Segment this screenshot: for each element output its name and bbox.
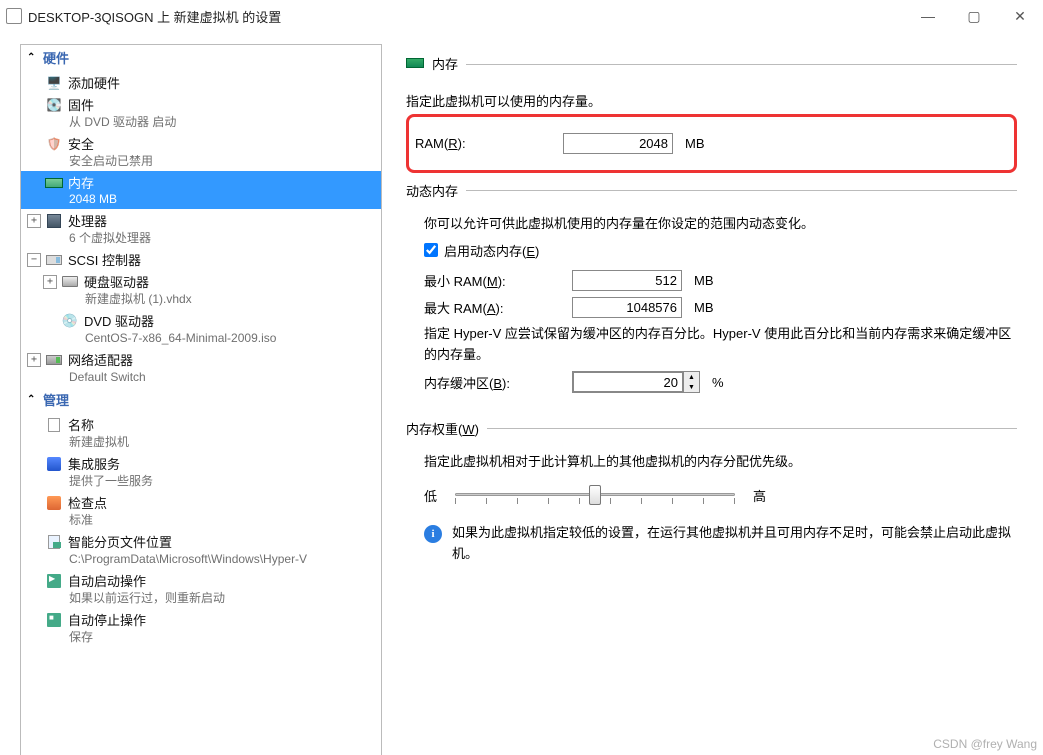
buffer-label: 内存缓冲区(B): (424, 373, 564, 392)
memory-sub: 2048 MB (21, 192, 381, 209)
network-node[interactable]: +网络适配器 (21, 348, 381, 370)
autostop-node[interactable]: 自动停止操作 (21, 608, 381, 630)
firmware-node[interactable]: 固件 (21, 93, 381, 115)
paging-node[interactable]: 智能分页文件位置 (21, 530, 381, 552)
name-sub: 新建虚拟机 (21, 435, 381, 452)
network-icon (44, 351, 64, 369)
hardware-header[interactable]: ⌃硬件 (21, 45, 381, 71)
collapse-icon: ⌃ (27, 394, 39, 405)
paging-icon (44, 533, 64, 551)
expand-icon[interactable]: + (27, 353, 41, 367)
paging-sub: C:\ProgramData\Microsoft\Windows\Hyper-V (21, 552, 381, 569)
firmware-sub: 从 DVD 驱动器 启动 (21, 115, 381, 132)
weight-title: 内存权重(W) (406, 419, 479, 438)
maximize-button[interactable]: ▢ (951, 0, 997, 32)
checkpoint-sub: 标准 (21, 513, 381, 530)
services-sub: 提供了一些服务 (21, 474, 381, 491)
dvd-node[interactable]: DVD 驱动器 (21, 309, 381, 331)
firmware-icon (44, 96, 64, 114)
slider-thumb[interactable] (589, 485, 601, 505)
dynamic-memory-desc: 你可以允许可供此虚拟机使用的内存量在你设定的范围内动态变化。 (424, 214, 1017, 235)
memory-node[interactable]: 内存 (21, 171, 381, 193)
slider-high-label: 高 (753, 486, 766, 505)
min-ram-label: 最小 RAM(M): (424, 271, 564, 290)
stop-icon (44, 611, 64, 629)
minimize-button[interactable]: — (905, 0, 951, 32)
hdd-node[interactable]: +硬盘驱动器 (21, 270, 381, 292)
scsi-icon (44, 251, 64, 269)
hdd-sub: 新建虚拟机 (1).vhdx (21, 292, 381, 309)
autostart-sub: 如果以前运行过，则重新启动 (21, 591, 381, 608)
spin-up-icon[interactable]: ▲ (684, 372, 699, 382)
ram-unit: MB (685, 136, 705, 151)
network-sub: Default Switch (21, 370, 381, 387)
cpu-node[interactable]: +处理器 (21, 209, 381, 231)
highlight-box: RAM(R): MB (406, 114, 1017, 173)
name-node[interactable]: 名称 (21, 413, 381, 435)
slider-low-label: 低 (424, 486, 437, 505)
services-icon (44, 455, 64, 473)
buffer-input[interactable] (573, 372, 683, 392)
enable-dynamic-label: 启用动态内存(E) (444, 241, 539, 260)
pane-title: 内存 (432, 54, 458, 73)
memory-desc: 指定此虚拟机可以使用的内存量。 (406, 91, 1017, 110)
buffer-spinner[interactable]: ▲▼ (572, 371, 700, 393)
checkpoint-node[interactable]: 检查点 (21, 491, 381, 513)
services-node[interactable]: 集成服务 (21, 452, 381, 474)
add-hardware-icon (44, 74, 64, 92)
collapse-icon: ⌃ (27, 52, 39, 63)
weight-desc: 指定此虚拟机相对于此计算机上的其他虚拟机的内存分配优先级。 (424, 452, 1017, 473)
hdd-icon (60, 273, 80, 291)
memory-icon (406, 56, 424, 71)
cpu-sub: 6 个虚拟处理器 (21, 231, 381, 248)
window-title: DESKTOP-3QISOGN 上 新建虚拟机 的设置 (28, 7, 905, 26)
management-header[interactable]: ⌃管理 (21, 387, 381, 413)
info-icon: i (424, 525, 442, 543)
weight-slider[interactable] (455, 483, 735, 507)
max-ram-input[interactable] (572, 297, 682, 318)
cpu-icon (44, 212, 64, 230)
settings-pane: 内存 指定此虚拟机可以使用的内存量。 RAM(R): MB 动态内存 你可以允许… (386, 44, 1035, 755)
ram-label: RAM(R): (415, 136, 555, 151)
enable-dynamic-checkbox[interactable] (424, 243, 438, 257)
close-button[interactable]: ✕ (997, 0, 1043, 32)
dvd-icon (60, 312, 80, 330)
expand-icon[interactable]: + (43, 275, 57, 289)
checkpoint-icon (44, 494, 64, 512)
security-node[interactable]: 安全 (21, 132, 381, 154)
autostop-sub: 保存 (21, 630, 381, 647)
dynamic-memory-title: 动态内存 (406, 181, 458, 200)
max-ram-label: 最大 RAM(A): (424, 298, 564, 317)
collapse-icon[interactable]: − (27, 253, 41, 267)
app-icon (6, 8, 22, 24)
security-sub: 安全启动已禁用 (21, 154, 381, 171)
start-icon (44, 572, 64, 590)
weight-info: 如果为此虚拟机指定较低的设置，在运行其他虚拟机并且可用内存不足时，可能会禁止启动… (452, 523, 1017, 565)
dvd-sub: CentOS-7-x86_64-Minimal-2009.iso (21, 331, 381, 348)
titlebar: DESKTOP-3QISOGN 上 新建虚拟机 的设置 — ▢ ✕ (0, 0, 1043, 32)
spin-down-icon[interactable]: ▼ (684, 382, 699, 392)
memory-icon (44, 174, 64, 192)
scsi-node[interactable]: −SCSI 控制器 (21, 248, 381, 270)
min-ram-input[interactable] (572, 270, 682, 291)
name-icon (44, 416, 64, 434)
expand-icon[interactable]: + (27, 214, 41, 228)
add-hardware-node[interactable]: 添加硬件 (21, 71, 381, 93)
ram-input[interactable] (563, 133, 673, 154)
settings-tree: ⌃硬件 添加硬件 固件 从 DVD 驱动器 启动 安全 安全启动已禁用 内存 2… (20, 44, 382, 755)
autostart-node[interactable]: 自动启动操作 (21, 569, 381, 591)
buffer-desc: 指定 Hyper-V 应尝试保留为缓冲区的内存百分比。Hyper-V 使用此百分… (424, 324, 1017, 366)
shield-icon (44, 135, 64, 153)
watermark: CSDN @frey Wang (933, 737, 1037, 751)
